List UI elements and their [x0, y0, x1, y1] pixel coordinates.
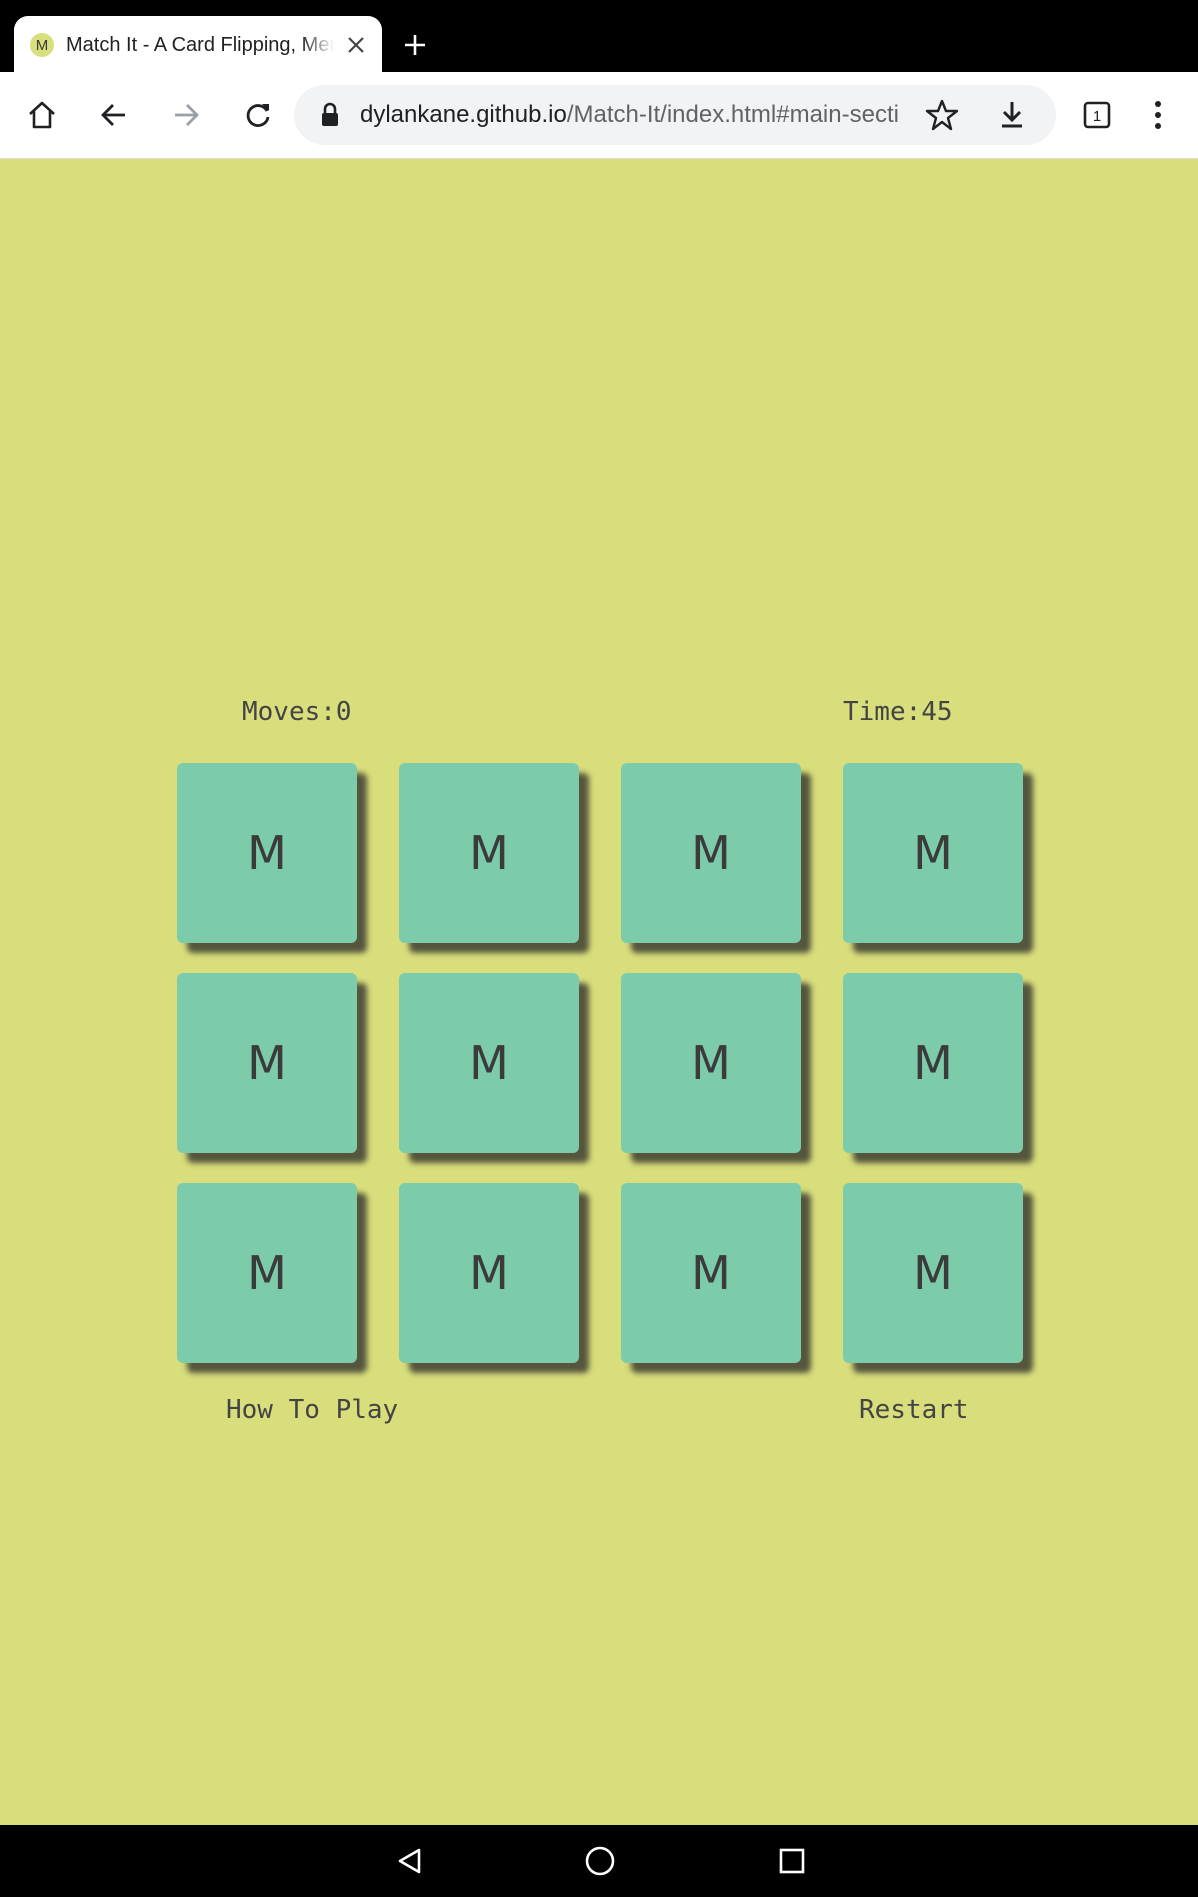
tab-switcher-icon[interactable]: 1 [1075, 93, 1119, 137]
home-icon[interactable] [20, 93, 64, 137]
browser-toolbar: dylankane.github.io/Match-It/index.html#… [0, 72, 1198, 159]
tab-strip: M Match It - A Card Flipping, Memory Gam… [0, 0, 1198, 74]
back-icon[interactable] [92, 93, 136, 137]
more-menu-icon[interactable] [1136, 93, 1180, 137]
lock-icon [320, 101, 342, 129]
tab-count: 1 [1093, 108, 1101, 125]
nav-back-icon[interactable] [391, 1843, 427, 1879]
address-bar[interactable]: dylankane.github.io/Match-It/index.html#… [294, 85, 1056, 145]
nav-recents-icon[interactable] [774, 1843, 810, 1879]
reload-icon[interactable] [236, 93, 280, 137]
nav-home-icon[interactable] [582, 1843, 618, 1879]
url-path: /Match-It/index.html#main-section [566, 101, 898, 128]
bookmark-star-icon[interactable] [920, 93, 964, 142]
card[interactable]: M [843, 973, 1023, 1153]
download-icon[interactable] [990, 93, 1034, 142]
card[interactable]: M [843, 763, 1023, 943]
card[interactable]: M [177, 763, 357, 943]
card[interactable]: M [843, 1183, 1023, 1363]
card[interactable]: M [621, 1183, 801, 1363]
new-tab-icon[interactable] [398, 28, 432, 62]
game-page: Moves:0 Time:45 M M M M M M M M M M M M … [0, 159, 1198, 1825]
close-tab-icon[interactable] [342, 31, 370, 59]
card-grid: M M M M M M M M M M M M [177, 763, 1023, 1363]
card[interactable]: M [621, 763, 801, 943]
timer: Time:45 [843, 697, 953, 727]
favicon-icon: M [30, 33, 54, 57]
forward-icon[interactable] [164, 93, 208, 137]
card[interactable]: M [177, 973, 357, 1153]
android-nav-bar [0, 1825, 1198, 1897]
card[interactable]: M [399, 973, 579, 1153]
card[interactable]: M [621, 973, 801, 1153]
moves-counter: Moves:0 [242, 697, 352, 727]
how-to-play-link[interactable]: How To Play [226, 1395, 398, 1425]
tab-title: Match It - A Card Flipping, Memory Game [66, 33, 334, 56]
card[interactable]: M [399, 763, 579, 943]
restart-link[interactable]: Restart [859, 1395, 969, 1425]
url-domain: dylankane.github.io [360, 101, 567, 128]
url-text: dylankane.github.io/Match-It/index.html#… [360, 101, 898, 129]
card[interactable]: M [399, 1183, 579, 1363]
browser-tab[interactable]: M Match It - A Card Flipping, Memory Gam… [14, 16, 382, 74]
card[interactable]: M [177, 1183, 357, 1363]
